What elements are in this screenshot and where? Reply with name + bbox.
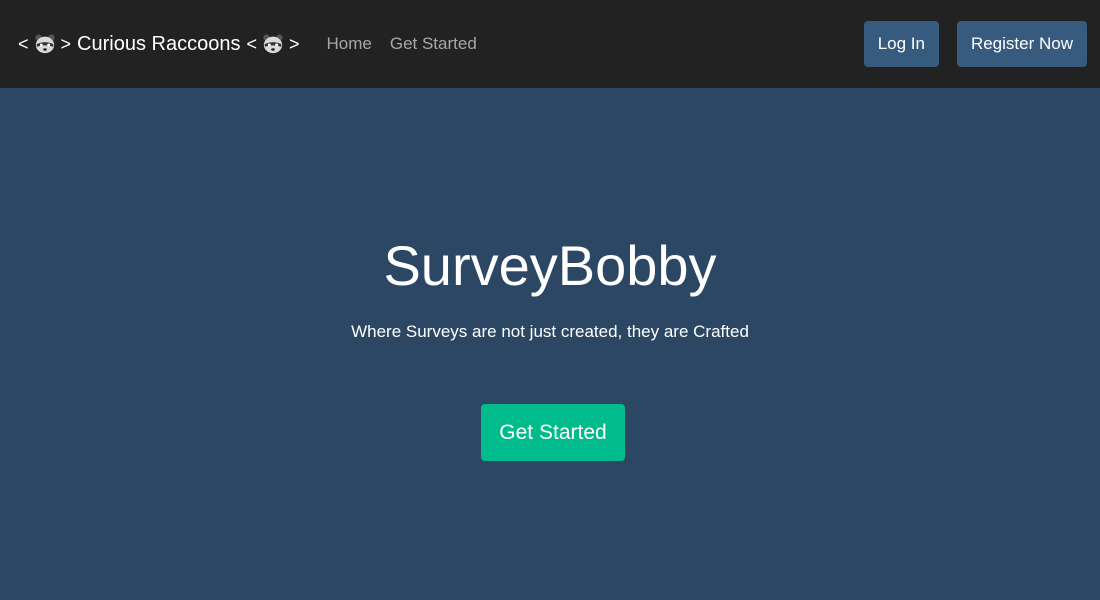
nav-link-get-started[interactable]: Get Started <box>390 34 477 54</box>
register-button[interactable]: Register Now <box>956 21 1087 67</box>
get-started-button[interactable]: Get Started <box>481 404 625 461</box>
page-title: SurveyBobby <box>383 234 717 297</box>
brand-name: Curious Raccoons <box>77 32 241 55</box>
nav-actions: Log In Register Now <box>863 21 1087 67</box>
nav-link-home[interactable]: Home <box>326 34 371 54</box>
hero-subtitle: Where Surveys are not just created, they… <box>351 322 749 341</box>
navbar: < > Curious Raccoons < > Home Get Starte… <box>0 0 1100 88</box>
login-button[interactable]: Log In <box>863 21 939 67</box>
raccoon-icon <box>34 34 55 54</box>
nav-links: Home Get Started <box>326 34 494 54</box>
brand-link[interactable]: < > Curious Raccoons < > <box>18 33 299 56</box>
hero-section: SurveyBobby Where Surveys are not just c… <box>0 88 1100 600</box>
raccoon-icon <box>263 34 283 54</box>
brand-right-symbol-2: > <box>288 33 300 54</box>
brand-right-symbol-1: > <box>60 33 72 54</box>
brand-left-symbol: < <box>18 33 29 54</box>
brand-left-symbol-2: < <box>246 33 257 54</box>
